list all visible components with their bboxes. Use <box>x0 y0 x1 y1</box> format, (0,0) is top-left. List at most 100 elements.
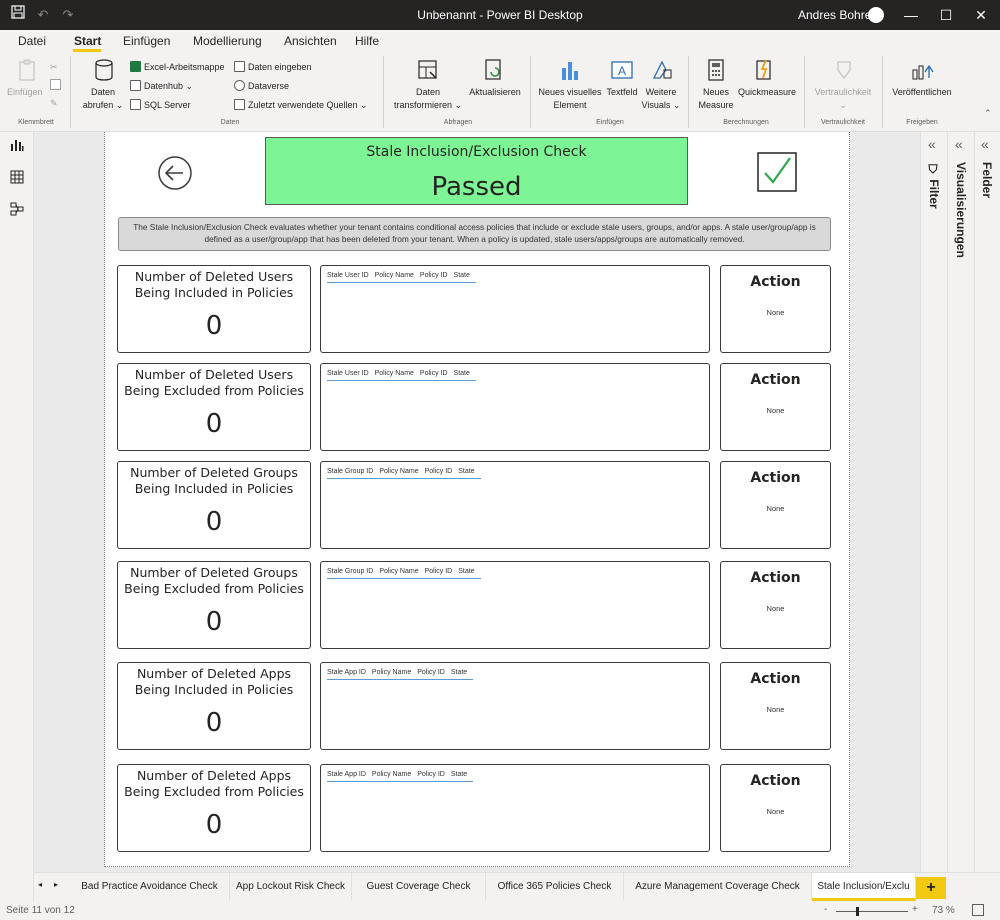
dataverse-button[interactable]: Dataverse <box>234 79 289 93</box>
model-view-icon[interactable] <box>10 202 24 216</box>
column-header[interactable]: State <box>454 272 470 279</box>
fit-to-page-icon[interactable] <box>972 904 984 916</box>
collapse-chevron-icon[interactable]: « <box>955 136 963 152</box>
zoom-in-button[interactable]: + <box>912 904 918 915</box>
new-measure-label-1[interactable]: Neues <box>694 86 738 98</box>
page-tab[interactable]: Azure Management Coverage Check <box>624 873 812 901</box>
cut-icon[interactable]: ✂ <box>50 60 58 74</box>
details-table[interactable]: Stale Group ID Policy Name Policy ID State <box>320 461 710 549</box>
column-header[interactable]: Policy ID <box>425 468 453 475</box>
database-icon[interactable] <box>92 58 116 82</box>
transform-icon[interactable] <box>416 58 440 82</box>
quickmeasure-icon[interactable] <box>752 58 776 82</box>
fields-pane[interactable]: « Felder <box>974 132 1000 872</box>
details-table[interactable]: Stale User ID Policy Name Policy ID State <box>320 363 710 451</box>
menu-hilfe[interactable]: Hilfe <box>355 34 379 48</box>
column-header[interactable]: Policy Name <box>379 468 418 475</box>
column-header[interactable]: State <box>451 771 467 778</box>
menu-ansichten[interactable]: Ansichten <box>284 34 337 48</box>
refresh-icon[interactable] <box>482 58 506 82</box>
datenhub-button[interactable]: Datenhub ⌄ <box>130 79 193 93</box>
column-header[interactable]: Stale App ID <box>327 771 366 778</box>
details-table[interactable]: Stale App ID Policy Name Policy ID State <box>320 764 710 852</box>
publish-label[interactable]: Veröffentlichen <box>888 86 956 98</box>
sql-server-button[interactable]: SQL Server <box>130 98 191 112</box>
page-tab[interactable]: Office 365 Policies Check <box>486 873 624 901</box>
filter-pane[interactable]: « ⛉ Filter <box>920 132 947 872</box>
format-painter-icon[interactable]: ✎ <box>50 96 58 110</box>
page-tab[interactable]: Bad Practice Avoidance Check <box>70 873 230 901</box>
calculator-icon[interactable] <box>704 58 728 82</box>
column-header[interactable]: Policy Name <box>372 771 411 778</box>
textbox-icon[interactable]: A <box>610 58 634 82</box>
add-page-button[interactable]: + <box>916 877 946 899</box>
page-tab[interactable]: App Lockout Risk Check <box>230 873 352 901</box>
column-header[interactable]: Policy ID <box>420 272 448 279</box>
new-measure-label-2[interactable]: Measure <box>694 99 738 111</box>
column-header[interactable]: State <box>451 669 467 676</box>
fields-pane-title[interactable]: Felder <box>980 162 994 198</box>
column-header[interactable]: Policy Name <box>372 669 411 676</box>
column-header[interactable]: Stale Group ID <box>327 568 373 575</box>
column-header[interactable]: State <box>458 568 474 575</box>
details-table[interactable]: Stale User ID Policy Name Policy ID State <box>320 265 710 353</box>
details-table[interactable]: Stale App ID Policy Name Policy ID State <box>320 662 710 750</box>
transform-label-2[interactable]: transformieren ⌄ <box>392 99 464 111</box>
paste-icon[interactable] <box>16 58 40 82</box>
tab-scroll-right-icon[interactable]: ▸ <box>54 880 58 889</box>
new-visual-label-1[interactable]: Neues visuelles <box>536 86 604 98</box>
maximize-icon[interactable]: ☐ <box>928 0 964 30</box>
more-visuals-label-1[interactable]: Weitere <box>640 86 682 98</box>
column-header[interactable]: State <box>454 370 470 377</box>
get-data-label-1[interactable]: Daten <box>80 86 126 98</box>
recent-sources-button[interactable]: Zuletzt verwendete Quellen ⌄ <box>234 98 368 112</box>
paste-label[interactable]: Einfügen <box>7 86 43 98</box>
report-view-icon[interactable] <box>10 138 24 152</box>
column-header[interactable]: Policy Name <box>379 568 418 575</box>
visualizations-pane[interactable]: « Visualisierungen <box>947 132 974 872</box>
ribbon-collapse-icon[interactable]: ⌃ <box>984 106 992 120</box>
column-header[interactable]: Stale User ID <box>327 272 369 279</box>
column-header[interactable]: Policy ID <box>425 568 453 575</box>
avatar[interactable] <box>868 7 884 23</box>
sensitivity-chevron-icon[interactable]: ⌄ <box>836 99 850 111</box>
quickmeasure-label[interactable]: Quickmeasure <box>736 86 798 98</box>
back-arrow-icon[interactable] <box>157 155 193 191</box>
daten-eingeben-button[interactable]: Daten eingeben <box>234 60 312 74</box>
menu-datei[interactable]: Datei <box>18 34 46 48</box>
more-visuals-icon[interactable] <box>650 58 674 82</box>
new-visual-icon[interactable] <box>558 58 582 82</box>
publish-icon[interactable] <box>910 58 934 82</box>
zoom-slider-thumb[interactable] <box>856 907 859 916</box>
table-view-icon[interactable] <box>10 170 24 184</box>
menu-start[interactable]: Start <box>74 34 101 48</box>
user-name[interactable]: Andres Bohren <box>798 8 878 22</box>
textbox-label[interactable]: Textfeld <box>604 86 640 98</box>
column-header[interactable]: State <box>458 468 474 475</box>
transform-label-1[interactable]: Daten <box>392 86 464 98</box>
page-tab-active[interactable]: Stale Inclusion/Exclu <box>812 873 916 901</box>
visualizations-pane-title[interactable]: Visualisierungen <box>954 162 968 258</box>
column-header[interactable]: Policy ID <box>420 370 448 377</box>
column-header[interactable]: Policy Name <box>375 370 414 377</box>
minimize-icon[interactable]: — <box>893 0 929 30</box>
details-table[interactable]: Stale Group ID Policy Name Policy ID State <box>320 561 710 649</box>
get-data-label-2[interactable]: abrufen ⌄ <box>80 99 126 111</box>
refresh-label[interactable]: Aktualisieren <box>466 86 524 98</box>
page-tab[interactable]: Guest Coverage Check <box>352 873 486 901</box>
column-header[interactable]: Policy Name <box>375 272 414 279</box>
new-visual-label-2[interactable]: Element <box>536 99 604 111</box>
menu-einfuegen[interactable]: Einfügen <box>123 34 170 48</box>
tab-scroll-left-icon[interactable]: ◂ <box>38 880 42 889</box>
column-header[interactable]: Stale User ID <box>327 370 369 377</box>
copy-icon[interactable] <box>50 78 64 92</box>
collapse-chevron-icon[interactable]: « <box>981 136 989 152</box>
collapse-chevron-icon[interactable]: « <box>928 136 936 152</box>
column-header[interactable]: Stale Group ID <box>327 468 373 475</box>
filter-pane-title[interactable]: ⛉ Filter <box>927 164 941 209</box>
menu-modellierung[interactable]: Modellierung <box>193 34 262 48</box>
sensitivity-icon[interactable] <box>832 58 856 82</box>
excel-button[interactable]: Excel-Arbeitsmappe <box>130 60 225 74</box>
sensitivity-label[interactable]: Vertraulichkeit <box>810 86 876 98</box>
zoom-out-button[interactable]: - <box>824 904 827 915</box>
